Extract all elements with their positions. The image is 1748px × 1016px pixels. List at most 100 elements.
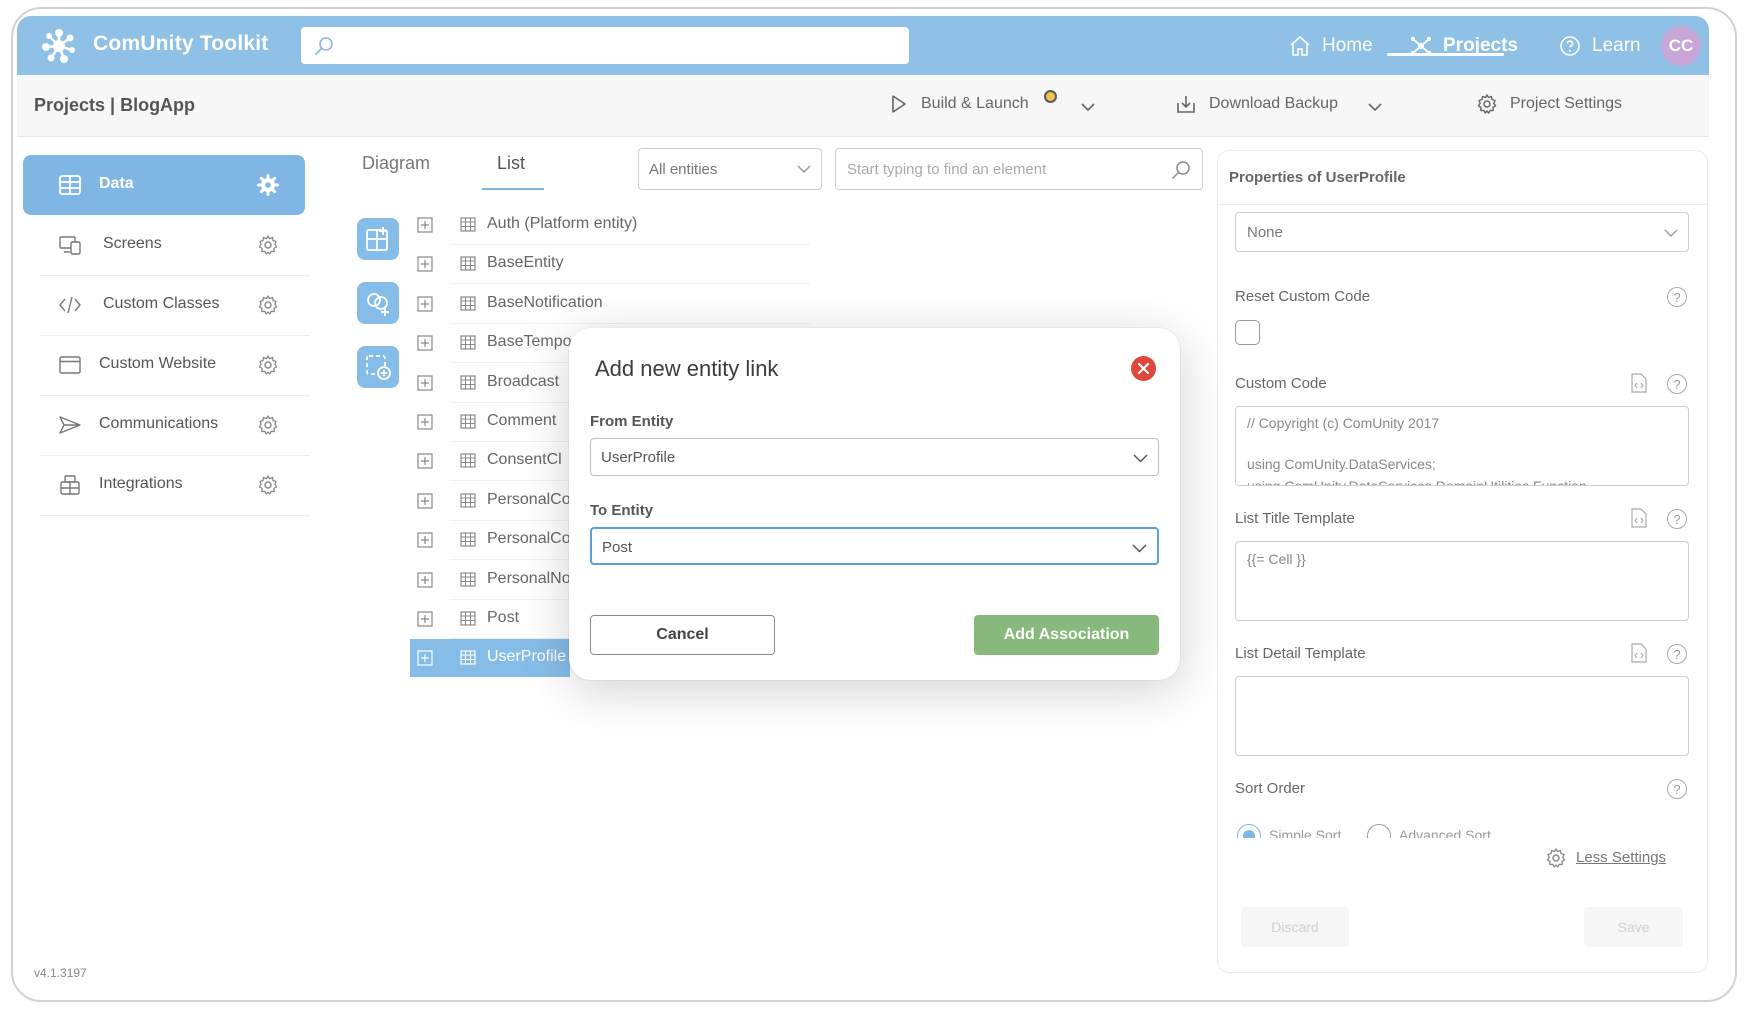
entity-name: PersonalCo xyxy=(487,530,571,547)
download-backup-label: Download Backup xyxy=(1209,95,1338,112)
to-entity-select[interactable]: Post xyxy=(590,527,1159,565)
help-icon[interactable]: ? xyxy=(1667,287,1687,307)
help-icon[interactable]: ? xyxy=(1667,779,1687,799)
list-title-template-editor[interactable]: {{= Cell }} xyxy=(1235,541,1689,621)
download-icon xyxy=(1177,96,1195,113)
tab-active-indicator xyxy=(482,188,544,190)
nav-learn[interactable]: Learn xyxy=(1558,29,1641,63)
custom-code-editor[interactable]: // Copyright (c) ComUnity 2017 using Com… xyxy=(1235,406,1689,486)
search-icon xyxy=(315,37,333,55)
sort-advanced-radio[interactable] xyxy=(1367,824,1391,838)
entity-row[interactable]: BaseNotification xyxy=(410,285,810,323)
tab-diagram[interactable]: Diagram xyxy=(362,153,430,174)
nav-active-indicator xyxy=(1387,53,1504,56)
sidebar-item-custom-website[interactable]: Custom Website xyxy=(23,335,305,395)
entity-name: Post xyxy=(487,609,520,626)
gear-icon[interactable] xyxy=(257,414,279,436)
close-button[interactable] xyxy=(1131,356,1156,381)
entity-name: BaseEntity xyxy=(487,254,564,271)
code-file-icon[interactable] xyxy=(1631,508,1647,528)
table-icon xyxy=(460,256,476,271)
list-detail-template-editor[interactable] xyxy=(1235,676,1689,756)
tab-list[interactable]: List xyxy=(497,153,525,174)
help-icon[interactable]: ? xyxy=(1667,374,1687,394)
gear-icon[interactable] xyxy=(257,234,279,256)
sidebar-item-label: Integrations xyxy=(99,475,183,492)
expand-icon[interactable] xyxy=(417,375,433,391)
expand-icon[interactable] xyxy=(417,414,433,430)
gear-icon[interactable] xyxy=(257,294,279,316)
entity-filter-value: All entities xyxy=(649,161,718,178)
find-element-input[interactable]: Start typing to find an element xyxy=(835,148,1203,190)
entity-row[interactable]: BaseEntity xyxy=(410,245,810,283)
app-version: v4.1.3197 xyxy=(34,966,87,980)
play-icon xyxy=(892,95,906,113)
expand-icon[interactable] xyxy=(417,572,433,588)
expand-icon[interactable] xyxy=(417,650,433,666)
gear-icon[interactable] xyxy=(257,354,279,376)
build-launch-button[interactable]: Build & Launch xyxy=(887,93,1029,115)
send-icon xyxy=(59,416,81,434)
entity-name: Auth (Platform entity) xyxy=(487,215,638,232)
nav-home[interactable]: Home xyxy=(1288,29,1373,63)
entity-name: UserProfile xyxy=(487,648,567,665)
discard-button[interactable]: Discard xyxy=(1241,907,1349,947)
entity-filter-select[interactable]: All entities xyxy=(638,148,822,190)
sidebar-item-communications[interactable]: Communications xyxy=(23,395,305,455)
less-settings-link[interactable]: Less Settings xyxy=(1576,849,1666,866)
chevron-down-icon[interactable] xyxy=(1367,101,1383,113)
table-icon xyxy=(460,335,476,350)
from-entity-select[interactable]: UserProfile xyxy=(590,438,1159,476)
search-icon xyxy=(1172,161,1190,179)
sort-simple-radio[interactable] xyxy=(1237,824,1261,838)
expand-icon[interactable] xyxy=(417,453,433,469)
gear-icon[interactable] xyxy=(257,174,279,196)
chevron-down-icon[interactable] xyxy=(1080,101,1096,113)
add-link-button[interactable] xyxy=(357,282,399,324)
code-line: using ComUnity.DataServices; xyxy=(1247,456,1436,472)
save-button[interactable]: Save xyxy=(1584,907,1683,947)
sidebar-item-screens[interactable]: Screens xyxy=(23,215,305,275)
properties-select[interactable]: None xyxy=(1235,212,1689,252)
expand-icon[interactable] xyxy=(417,335,433,351)
list-detail-template-label: List Detail Template xyxy=(1235,645,1366,662)
entity-row[interactable]: Auth (Platform entity) xyxy=(410,206,810,244)
cancel-button[interactable]: Cancel xyxy=(590,615,775,655)
add-association-button[interactable]: Add Association xyxy=(974,615,1159,655)
table-icon xyxy=(460,414,476,429)
entity-name: Comment xyxy=(487,412,557,429)
code-file-icon[interactable] xyxy=(1631,643,1647,663)
sidebar-item-data[interactable]: Data xyxy=(23,155,305,215)
reset-custom-code-checkbox[interactable] xyxy=(1235,320,1260,345)
template-value: {{= Cell }} xyxy=(1247,551,1306,567)
nav-projects[interactable]: Projects xyxy=(1409,29,1518,63)
sort-order-radio-group: Simple Sort Advanced Sort xyxy=(1235,822,1685,838)
table-icon xyxy=(59,175,81,195)
global-search-input[interactable] xyxy=(301,27,909,64)
project-settings-button[interactable]: Project Settings xyxy=(1476,93,1622,115)
expand-icon[interactable] xyxy=(417,532,433,548)
expand-icon[interactable] xyxy=(417,256,433,272)
comunity-logo-icon xyxy=(42,29,75,63)
top-bar: ComUnity Toolkit Home Projects Learn CC xyxy=(17,16,1709,75)
help-icon[interactable]: ? xyxy=(1667,644,1687,664)
expand-icon[interactable] xyxy=(417,493,433,509)
to-entity-value: Post xyxy=(602,539,633,556)
sidebar-item-custom-classes[interactable]: Custom Classes xyxy=(23,275,305,335)
expand-icon[interactable] xyxy=(417,217,433,233)
code-file-icon[interactable] xyxy=(1631,373,1647,393)
entity-row[interactable]: UserProfile xyxy=(410,639,570,677)
download-backup-button[interactable]: Download Backup xyxy=(1175,93,1338,115)
expand-icon[interactable] xyxy=(417,296,433,312)
sidebar-item-integrations[interactable]: Integrations xyxy=(23,455,305,515)
gear-icon xyxy=(1546,848,1566,868)
add-entity-button[interactable] xyxy=(357,218,399,260)
window-icon xyxy=(59,356,81,374)
expand-icon[interactable] xyxy=(417,611,433,627)
table-icon xyxy=(460,217,476,232)
user-avatar[interactable]: CC xyxy=(1661,26,1701,66)
add-custom-class-button[interactable] xyxy=(357,346,399,388)
table-icon xyxy=(460,650,476,665)
gear-icon[interactable] xyxy=(257,474,279,496)
help-icon[interactable]: ? xyxy=(1667,509,1687,529)
